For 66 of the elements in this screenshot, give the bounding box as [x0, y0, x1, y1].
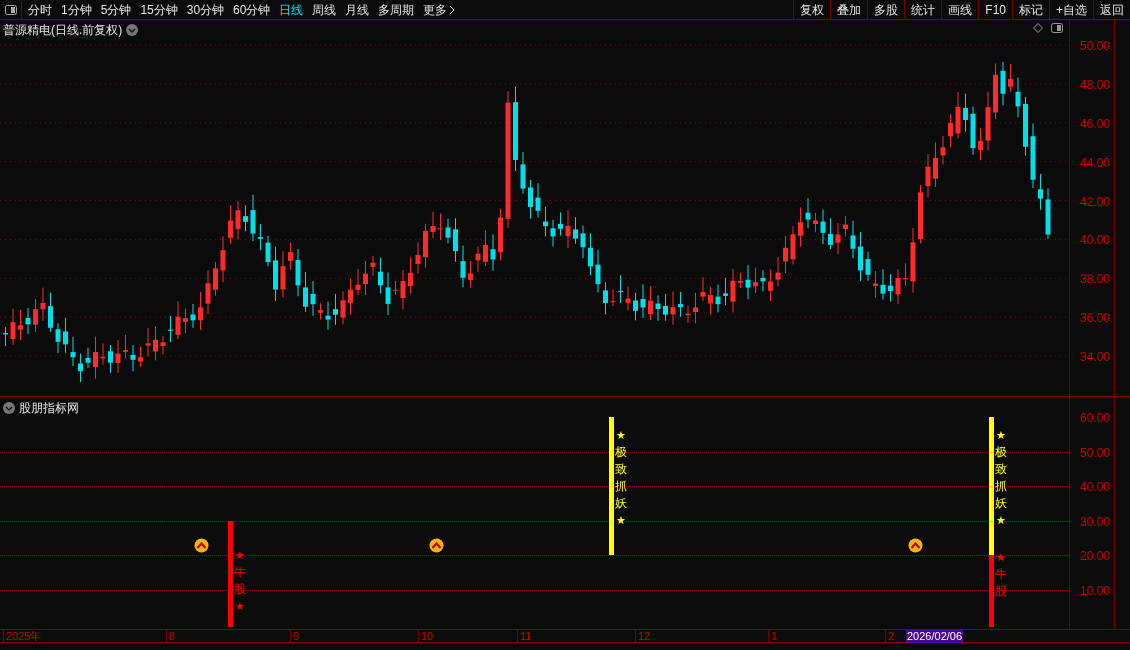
indicator-axis-label: 50.00 — [1080, 444, 1111, 462]
period-tab[interactable]: 月线 — [345, 0, 370, 19]
panel-toggle-icon[interactable] — [4, 4, 17, 15]
signal-label: 极致抓妖 — [995, 444, 1007, 512]
star-mark: ★ — [996, 550, 1006, 565]
time-axis-label: 8 — [166, 630, 176, 643]
price-axis-label: 40.00 — [1080, 232, 1111, 250]
indicator-axis-label: 40.00 — [1080, 479, 1111, 497]
time-axis-label: 2 — [885, 630, 895, 643]
more-button[interactable]: 更多 — [423, 0, 456, 19]
chevron-right-icon — [449, 4, 456, 15]
price-axis-label: 48.00 — [1080, 76, 1111, 94]
toolbar-button[interactable]: 画线 — [941, 0, 979, 19]
time-axis-label: 11 — [517, 630, 532, 643]
up-arrow-circle-icon — [194, 538, 209, 553]
diamond-icon[interactable] — [1033, 23, 1043, 33]
time-axis-label: 12 — [635, 630, 651, 643]
period-tab[interactable]: 分时 — [28, 0, 52, 19]
indicator-axis-label: 10.00 — [1080, 583, 1111, 600]
period-tab[interactable]: 1分钟 — [61, 0, 92, 19]
up-arrow-circle-icon — [908, 538, 923, 553]
time-axis-label: 10 — [418, 630, 434, 643]
toolbar-button[interactable]: 多股 — [867, 0, 905, 19]
toolbar-button[interactable]: 返回 — [1093, 0, 1130, 19]
period-tab[interactable]: 15分钟 — [140, 0, 178, 19]
indicator-axis-label: 60.00 — [1080, 410, 1111, 427]
cursor-date-label: 2026/02/06 — [906, 630, 964, 643]
chart-title: 普源精电(日线.前复权) — [3, 21, 123, 39]
time-axis-label: 2025年 — [3, 630, 42, 643]
price-axis-label: 44.00 — [1080, 154, 1111, 172]
indicator-axis-label: 20.00 — [1080, 548, 1111, 566]
star-mark: ★ — [996, 428, 1006, 443]
panel-toggle-icon[interactable] — [1051, 23, 1063, 33]
star-mark: ★ — [996, 513, 1006, 528]
time-axis-label: 1 — [768, 630, 778, 643]
toolbar-button[interactable]: F10 — [978, 0, 1012, 19]
price-axis-label: 46.00 — [1080, 115, 1111, 133]
toolbar-button[interactable]: +自选 — [1049, 0, 1093, 19]
period-tab[interactable]: 多周期 — [378, 0, 415, 19]
star-mark: ★ — [235, 599, 245, 614]
star-mark: ★ — [616, 513, 626, 528]
toolbar-button[interactable]: 标记 — [1012, 0, 1049, 19]
signal-label: 牛股 — [995, 566, 1007, 600]
period-tab[interactable]: 60分钟 — [233, 0, 271, 19]
star-mark: ★ — [235, 548, 245, 563]
price-axis-label: 42.00 — [1080, 193, 1111, 211]
star-mark: ★ — [616, 428, 626, 443]
toolbar-button[interactable]: 叠加 — [830, 0, 868, 19]
chevron-down-circle-icon[interactable] — [3, 402, 15, 414]
time-axis-label: 9 — [290, 630, 300, 643]
period-tab[interactable]: 30分钟 — [186, 0, 225, 19]
period-tab[interactable]: 日线 — [279, 0, 304, 19]
indicator-title: 股朋指标网 — [19, 400, 79, 417]
signal-label: 牛股 — [234, 564, 246, 598]
up-arrow-circle-icon — [429, 538, 444, 553]
toolbar-button[interactable]: 复权 — [793, 0, 831, 19]
price-axis-label: 36.00 — [1080, 310, 1111, 328]
period-tab[interactable]: 周线 — [312, 0, 337, 19]
price-axis-label: 38.00 — [1080, 271, 1111, 289]
indicator-axis-label: 30.00 — [1080, 513, 1111, 531]
period-tab[interactable]: 5分钟 — [100, 0, 132, 19]
price-axis-label: 50.00 — [1080, 38, 1111, 55]
toolbar-button[interactable]: 统计 — [904, 0, 942, 19]
signal-label: 极致抓妖 — [615, 444, 627, 512]
chevron-down-circle-icon[interactable] — [126, 24, 139, 36]
price-axis-label: 34.00 — [1080, 349, 1111, 367]
